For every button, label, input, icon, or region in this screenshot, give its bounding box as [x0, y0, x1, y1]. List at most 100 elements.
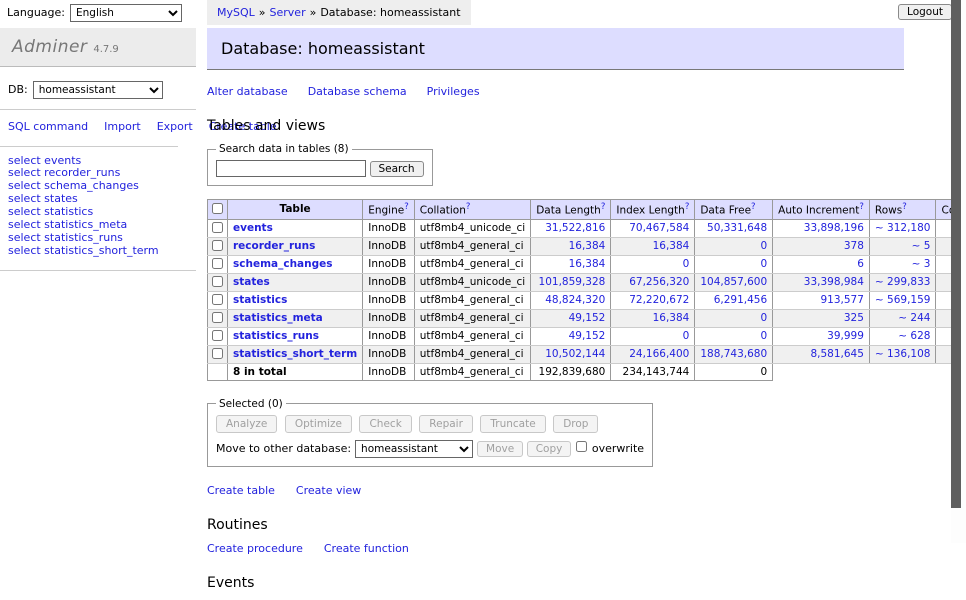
auto-increment-link[interactable]: 39,999: [827, 330, 864, 342]
copy-button[interactable]: Copy: [527, 441, 572, 457]
data-free-link[interactable]: 0: [760, 330, 767, 342]
index-length-link[interactable]: 70,467,584: [629, 222, 689, 234]
sidebar-link-select-events[interactable]: select events: [8, 154, 81, 167]
overwrite-checkbox[interactable]: [576, 441, 587, 452]
rows-count-link[interactable]: ~ 299,833: [875, 276, 931, 288]
auto-increment-link[interactable]: 6: [857, 258, 864, 270]
breadcrumb-link-mysql[interactable]: MySQL: [217, 6, 255, 19]
language-select[interactable]: English: [70, 4, 182, 22]
sidebar-link-select-statistics-short-term[interactable]: select statistics_short_term: [8, 244, 159, 257]
sidebar-link-select-statistics[interactable]: select statistics: [8, 205, 93, 218]
check-button[interactable]: Check: [359, 415, 411, 433]
rows-count-link[interactable]: ~ 628: [898, 330, 930, 342]
db-select[interactable]: homeassistant: [33, 81, 163, 99]
database-schema-link[interactable]: Database schema: [308, 85, 407, 98]
row-checkbox[interactable]: [212, 240, 223, 251]
data-free-link[interactable]: 0: [760, 240, 767, 252]
table-name-link[interactable]: states: [233, 276, 270, 288]
table-name-link[interactable]: statistics_meta: [233, 312, 323, 324]
sidebar-link-select-statistics-meta[interactable]: select statistics_meta: [8, 218, 127, 231]
auto-increment-link[interactable]: 8,581,645: [810, 348, 863, 360]
help-link-icon[interactable]: ?: [685, 202, 690, 212]
index-length-link[interactable]: 16,384: [653, 240, 690, 252]
optimize-button[interactable]: Optimize: [285, 415, 352, 433]
row-checkbox[interactable]: [212, 222, 223, 233]
help-link-icon[interactable]: ?: [751, 202, 756, 212]
row-checkbox[interactable]: [212, 330, 223, 341]
sidebar-link-select-statistics-runs[interactable]: select statistics_runs: [8, 231, 123, 244]
index-length-link[interactable]: 0: [683, 258, 690, 270]
index-length-link[interactable]: 16,384: [653, 312, 690, 324]
sidebar-link-sql-command[interactable]: SQL command: [8, 120, 88, 133]
overwrite-label[interactable]: overwrite: [592, 442, 644, 455]
data-length-link[interactable]: 49,152: [569, 330, 606, 342]
help-link-icon[interactable]: ?: [466, 202, 471, 212]
row-checkbox[interactable]: [212, 276, 223, 287]
select-all-checkbox[interactable]: [212, 203, 223, 214]
data-free-link[interactable]: 188,743,680: [700, 348, 767, 360]
auto-increment-link[interactable]: 378: [844, 240, 864, 252]
help-link-icon[interactable]: ?: [404, 202, 409, 212]
rows-count-link[interactable]: ~ 312,180: [875, 222, 931, 234]
table-name-link[interactable]: schema_changes: [233, 258, 333, 270]
auto-increment-link[interactable]: 33,398,984: [804, 276, 864, 288]
table-name-link[interactable]: statistics: [233, 294, 287, 306]
create-view-link[interactable]: Create view: [296, 484, 361, 497]
data-free-link[interactable]: 50,331,648: [707, 222, 767, 234]
auto-increment-link[interactable]: 325: [844, 312, 864, 324]
create-table-link[interactable]: Create table: [207, 484, 275, 497]
scrollbar-thumb[interactable]: [951, 0, 961, 508]
table-name-link[interactable]: statistics_short_term: [233, 348, 357, 360]
row-checkbox[interactable]: [212, 312, 223, 323]
rows-count-link[interactable]: ~ 5: [912, 240, 931, 252]
data-free-link[interactable]: 0: [760, 312, 767, 324]
privileges-link[interactable]: Privileges: [427, 85, 480, 98]
scrollbar-track[interactable]: [951, 0, 966, 543]
index-length-link[interactable]: 0: [683, 330, 690, 342]
data-length-link[interactable]: 101,859,328: [539, 276, 606, 288]
table-name-link[interactable]: recorder_runs: [233, 240, 315, 252]
table-name-link[interactable]: statistics_runs: [233, 330, 319, 342]
row-checkbox[interactable]: [212, 258, 223, 269]
move-database-select[interactable]: homeassistant: [355, 440, 473, 458]
data-length-link[interactable]: 16,384: [569, 240, 606, 252]
data-length-link[interactable]: 16,384: [569, 258, 606, 270]
truncate-button[interactable]: Truncate: [480, 415, 545, 433]
auto-increment-link[interactable]: 33,898,196: [804, 222, 864, 234]
rows-count-link[interactable]: ~ 136,108: [875, 348, 931, 360]
row-checkbox[interactable]: [212, 294, 223, 305]
data-free-link[interactable]: 6,291,456: [714, 294, 767, 306]
help-link-icon[interactable]: ?: [859, 202, 864, 212]
rows-count-link[interactable]: ~ 244: [898, 312, 930, 324]
index-length-link[interactable]: 24,166,400: [629, 348, 689, 360]
rows-count-link[interactable]: ~ 3: [912, 258, 931, 270]
data-length-link[interactable]: 31,522,816: [545, 222, 605, 234]
help-link-icon[interactable]: ?: [902, 202, 907, 212]
drop-button[interactable]: Drop: [553, 415, 598, 433]
sidebar-link-select-schema-changes[interactable]: select schema_changes: [8, 179, 139, 192]
auto-increment-link[interactable]: 913,577: [821, 294, 864, 306]
row-checkbox[interactable]: [212, 348, 223, 359]
index-length-link[interactable]: 72,220,672: [629, 294, 689, 306]
data-free-link[interactable]: 0: [760, 258, 767, 270]
rows-count-link[interactable]: ~ 569,159: [875, 294, 931, 306]
search-button[interactable]: Search: [370, 161, 424, 177]
create-procedure-link[interactable]: Create procedure: [207, 542, 303, 555]
data-length-link[interactable]: 48,824,320: [545, 294, 605, 306]
logout-button[interactable]: Logout: [898, 4, 952, 20]
search-input[interactable]: [216, 160, 366, 177]
alter-database-link[interactable]: Alter database: [207, 85, 288, 98]
sidebar-link-export[interactable]: Export: [157, 120, 193, 133]
analyze-button[interactable]: Analyze: [216, 415, 277, 433]
data-length-link[interactable]: 49,152: [569, 312, 606, 324]
repair-button[interactable]: Repair: [419, 415, 473, 433]
data-length-link[interactable]: 10,502,144: [545, 348, 605, 360]
breadcrumb-link-server[interactable]: Server: [270, 6, 306, 19]
move-button[interactable]: Move: [477, 441, 523, 457]
data-free-link[interactable]: 104,857,600: [700, 276, 767, 288]
sidebar-link-import[interactable]: Import: [104, 120, 141, 133]
index-length-link[interactable]: 67,256,320: [629, 276, 689, 288]
help-link-icon[interactable]: ?: [601, 202, 606, 212]
create-function-link[interactable]: Create function: [324, 542, 409, 555]
sidebar-link-select-states[interactable]: select states: [8, 192, 78, 205]
